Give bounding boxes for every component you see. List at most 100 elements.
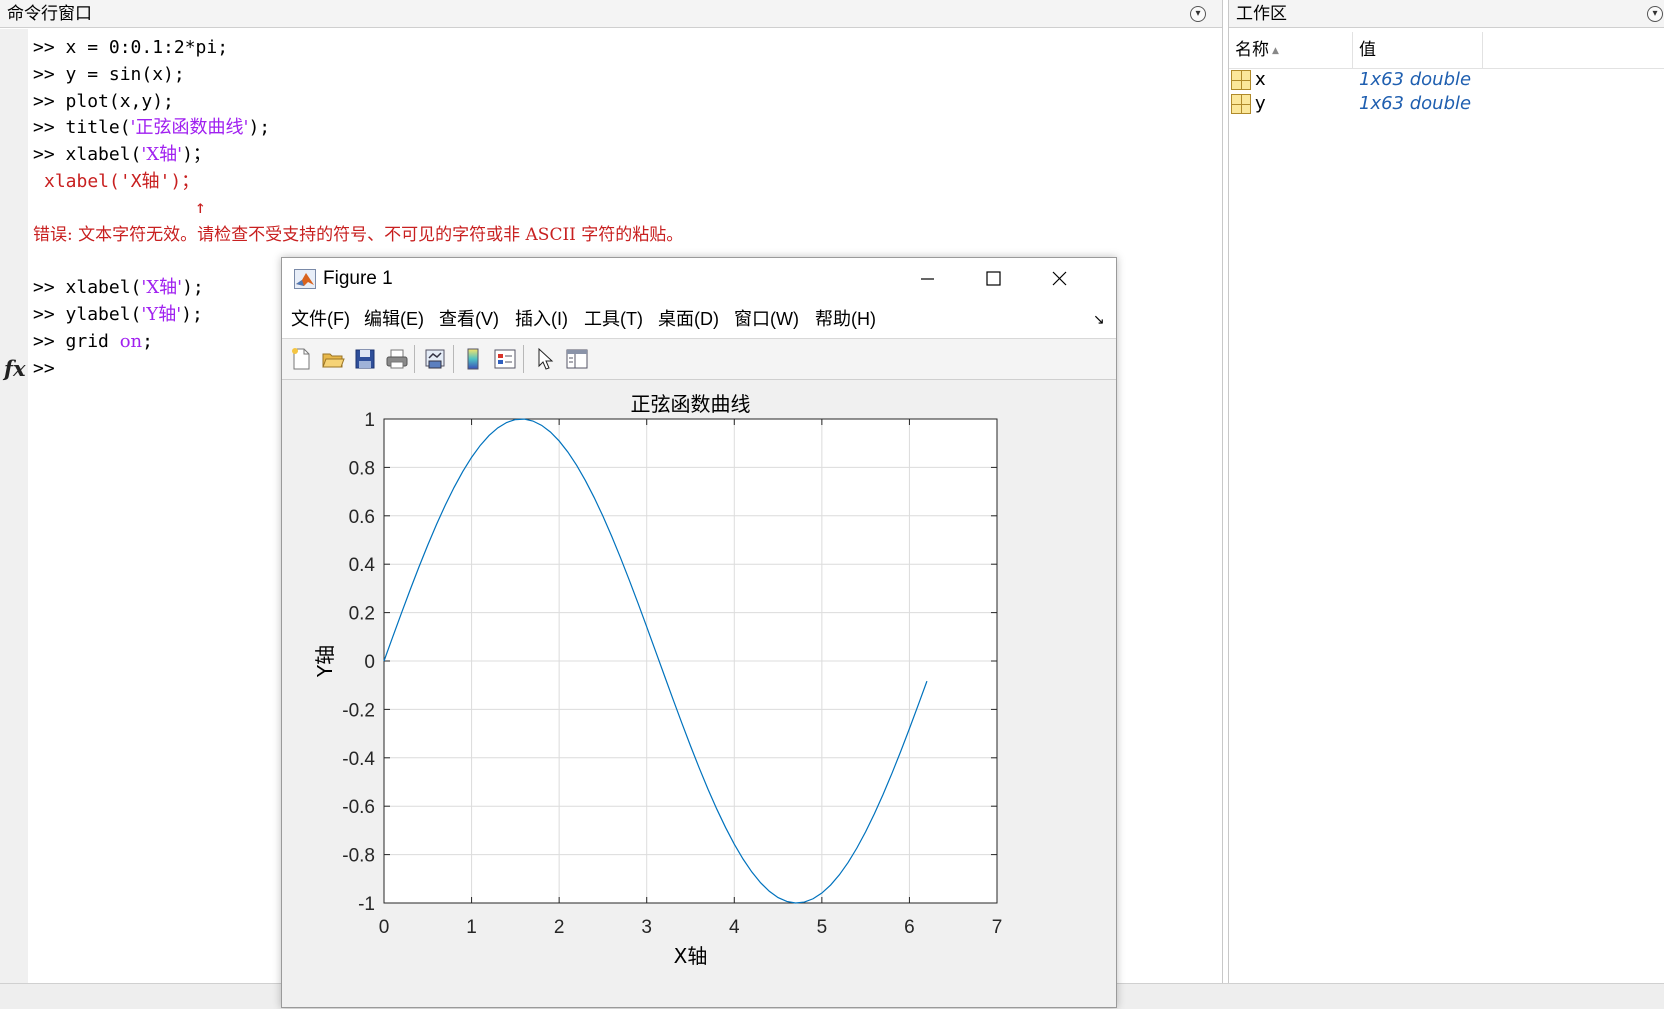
current-prompt: >> bbox=[33, 358, 55, 379]
y-tick-label: -0.2 bbox=[342, 700, 375, 721]
x-tick-label: 7 bbox=[992, 917, 1003, 938]
prompt: >> bbox=[33, 331, 66, 352]
menu-file[interactable]: 文件(F) bbox=[291, 300, 350, 338]
prompt: >> bbox=[33, 117, 66, 138]
workspace-variable-row[interactable]: y 1x63 double bbox=[1229, 92, 1664, 116]
menu-view[interactable]: 查看(V) bbox=[439, 300, 499, 338]
command-line: >> xlabel('X轴')； bbox=[33, 142, 211, 168]
legend-icon[interactable] bbox=[493, 347, 517, 371]
minimize-button[interactable] bbox=[894, 258, 960, 300]
command-line: >> title('正弦函数曲线'); bbox=[33, 115, 270, 141]
command-line: >> plot(x,y); bbox=[33, 89, 174, 115]
x-tick-label: 4 bbox=[729, 917, 740, 938]
command-code: ); bbox=[181, 304, 203, 325]
menu-tools[interactable]: 工具(T) bbox=[584, 300, 643, 338]
prompt: >> bbox=[33, 144, 66, 165]
x-tick-label: 6 bbox=[904, 917, 915, 938]
workspace-title-label: 工作区 bbox=[1236, 4, 1287, 24]
sine-plot[interactable]: 0 1 2 3 4 5 6 7 1 0.8 0.6 0.4 0.2 0 -0.2 -0.4 -0.6 -0.8 -1… bbox=[282, 380, 1116, 1008]
open-file-icon[interactable] bbox=[321, 347, 345, 371]
command-line: >> xlabel('X轴'); bbox=[33, 275, 204, 301]
menu-insert[interactable]: 插入(I) bbox=[515, 300, 568, 338]
command-line: >> ylabel('Y轴'); bbox=[33, 302, 203, 328]
figure-titlebar[interactable]: Figure 1 bbox=[282, 258, 1116, 300]
prompt: >> bbox=[33, 64, 66, 85]
menu-help[interactable]: 帮助(H) bbox=[815, 300, 876, 338]
command-window-title: 命令行窗口 bbox=[0, 0, 1222, 28]
workspace-panel: 工作区 ▾ 名称 ▲ 值 x 1x63 double y 1x63 double bbox=[1228, 0, 1664, 983]
link-plot-icon[interactable] bbox=[423, 347, 447, 371]
command-code: grid bbox=[65, 331, 120, 352]
save-icon[interactable] bbox=[353, 347, 377, 371]
y-tick-label: 0.4 bbox=[349, 555, 376, 576]
y-tick-label: -0.8 bbox=[342, 846, 375, 867]
variable-value: 1x63 double bbox=[1359, 69, 1472, 90]
command-code: x = 0:0.1:2*pi; bbox=[65, 37, 229, 58]
new-figure-icon[interactable] bbox=[289, 347, 313, 371]
workspace-variable-row[interactable]: x 1x63 double bbox=[1229, 68, 1664, 92]
print-icon[interactable] bbox=[385, 347, 409, 371]
y-tick-label: 0.8 bbox=[349, 458, 375, 479]
toolbar-separator bbox=[523, 345, 524, 373]
figure-title: Figure 1 bbox=[323, 268, 393, 289]
command-code: xlabel( bbox=[65, 144, 142, 165]
error-echo-line: xlabel('X轴')； bbox=[44, 171, 200, 192]
column-name[interactable]: 名称 ▲ bbox=[1229, 32, 1353, 68]
command-code: ); bbox=[248, 117, 271, 138]
minimize-icon bbox=[921, 278, 934, 280]
command-code: plot(x,y); bbox=[65, 91, 174, 112]
x-axis-label: X轴 bbox=[674, 944, 708, 968]
x-tick-label: 0 bbox=[379, 917, 390, 938]
column-value-label: 值 bbox=[1359, 40, 1376, 60]
property-editor-icon[interactable] bbox=[565, 347, 589, 371]
prompt: >> bbox=[33, 37, 66, 58]
command-string: 'Y轴' bbox=[141, 304, 182, 325]
y-tick-label: 0.6 bbox=[349, 507, 375, 528]
function-browser-icon[interactable]: fx bbox=[4, 356, 26, 381]
maximize-button[interactable] bbox=[960, 258, 1026, 300]
command-string: 'X轴' bbox=[141, 144, 183, 165]
command-line: >> y = sin(x); bbox=[33, 62, 185, 88]
command-code: y = sin(x); bbox=[65, 64, 185, 85]
variable-value: 1x63 double bbox=[1359, 93, 1472, 114]
figure-window: Figure 1 文件(F) 编辑(E) 查看(V) 插入(I) 工具(T) 桌… bbox=[281, 257, 1117, 1008]
menu-window[interactable]: 窗口(W) bbox=[734, 300, 799, 338]
figure-toolbar bbox=[282, 339, 1116, 380]
maximize-icon bbox=[986, 271, 1001, 286]
x-tick-label: 5 bbox=[817, 917, 828, 938]
column-value[interactable]: 值 bbox=[1353, 32, 1483, 68]
prompt: >> bbox=[33, 304, 66, 325]
command-code: ylabel( bbox=[65, 304, 142, 325]
y-tick-label: -1 bbox=[358, 894, 375, 915]
colorbar-icon[interactable] bbox=[461, 347, 485, 371]
variable-name: y bbox=[1255, 93, 1266, 114]
workspace-header: 名称 ▲ 值 bbox=[1229, 32, 1664, 69]
y-tick-label: -0.4 bbox=[342, 749, 375, 770]
command-string: on bbox=[119, 331, 143, 352]
dock-figure-icon[interactable]: ↘ bbox=[1093, 300, 1105, 338]
y-tick-label: 0.2 bbox=[349, 604, 375, 625]
close-button[interactable] bbox=[1026, 258, 1092, 300]
y-tick-label: -0.6 bbox=[342, 797, 375, 818]
matrix-variable-icon bbox=[1231, 94, 1251, 114]
close-icon bbox=[1052, 271, 1067, 286]
column-name-label: 名称 bbox=[1235, 40, 1269, 60]
menu-edit[interactable]: 编辑(E) bbox=[364, 300, 424, 338]
command-code: )； bbox=[182, 144, 211, 165]
workspace-menu-icon[interactable]: ▾ bbox=[1647, 6, 1663, 22]
x-tick-label: 1 bbox=[466, 917, 477, 938]
command-input-line: >> bbox=[33, 356, 55, 382]
toolbar-separator bbox=[453, 345, 454, 373]
prompt: >> bbox=[33, 277, 66, 298]
command-line: >> x = 0:0.1:2*pi; bbox=[33, 35, 228, 61]
prompt: >> bbox=[33, 91, 66, 112]
command-window-menu-icon[interactable]: ▾ bbox=[1190, 6, 1206, 22]
toolbar-separator bbox=[414, 345, 415, 373]
y-tick-label: 0 bbox=[364, 652, 375, 673]
command-code: ); bbox=[182, 277, 204, 298]
menu-desktop[interactable]: 桌面(D) bbox=[658, 300, 719, 338]
workspace-title: 工作区 bbox=[1229, 0, 1664, 28]
error-message: 错误: 文本字符无效。请检查不受支持的符号、不可见的字符或非 ASCII 字符的… bbox=[33, 225, 684, 245]
command-code: xlabel( bbox=[65, 277, 142, 298]
pointer-icon[interactable] bbox=[533, 347, 557, 371]
